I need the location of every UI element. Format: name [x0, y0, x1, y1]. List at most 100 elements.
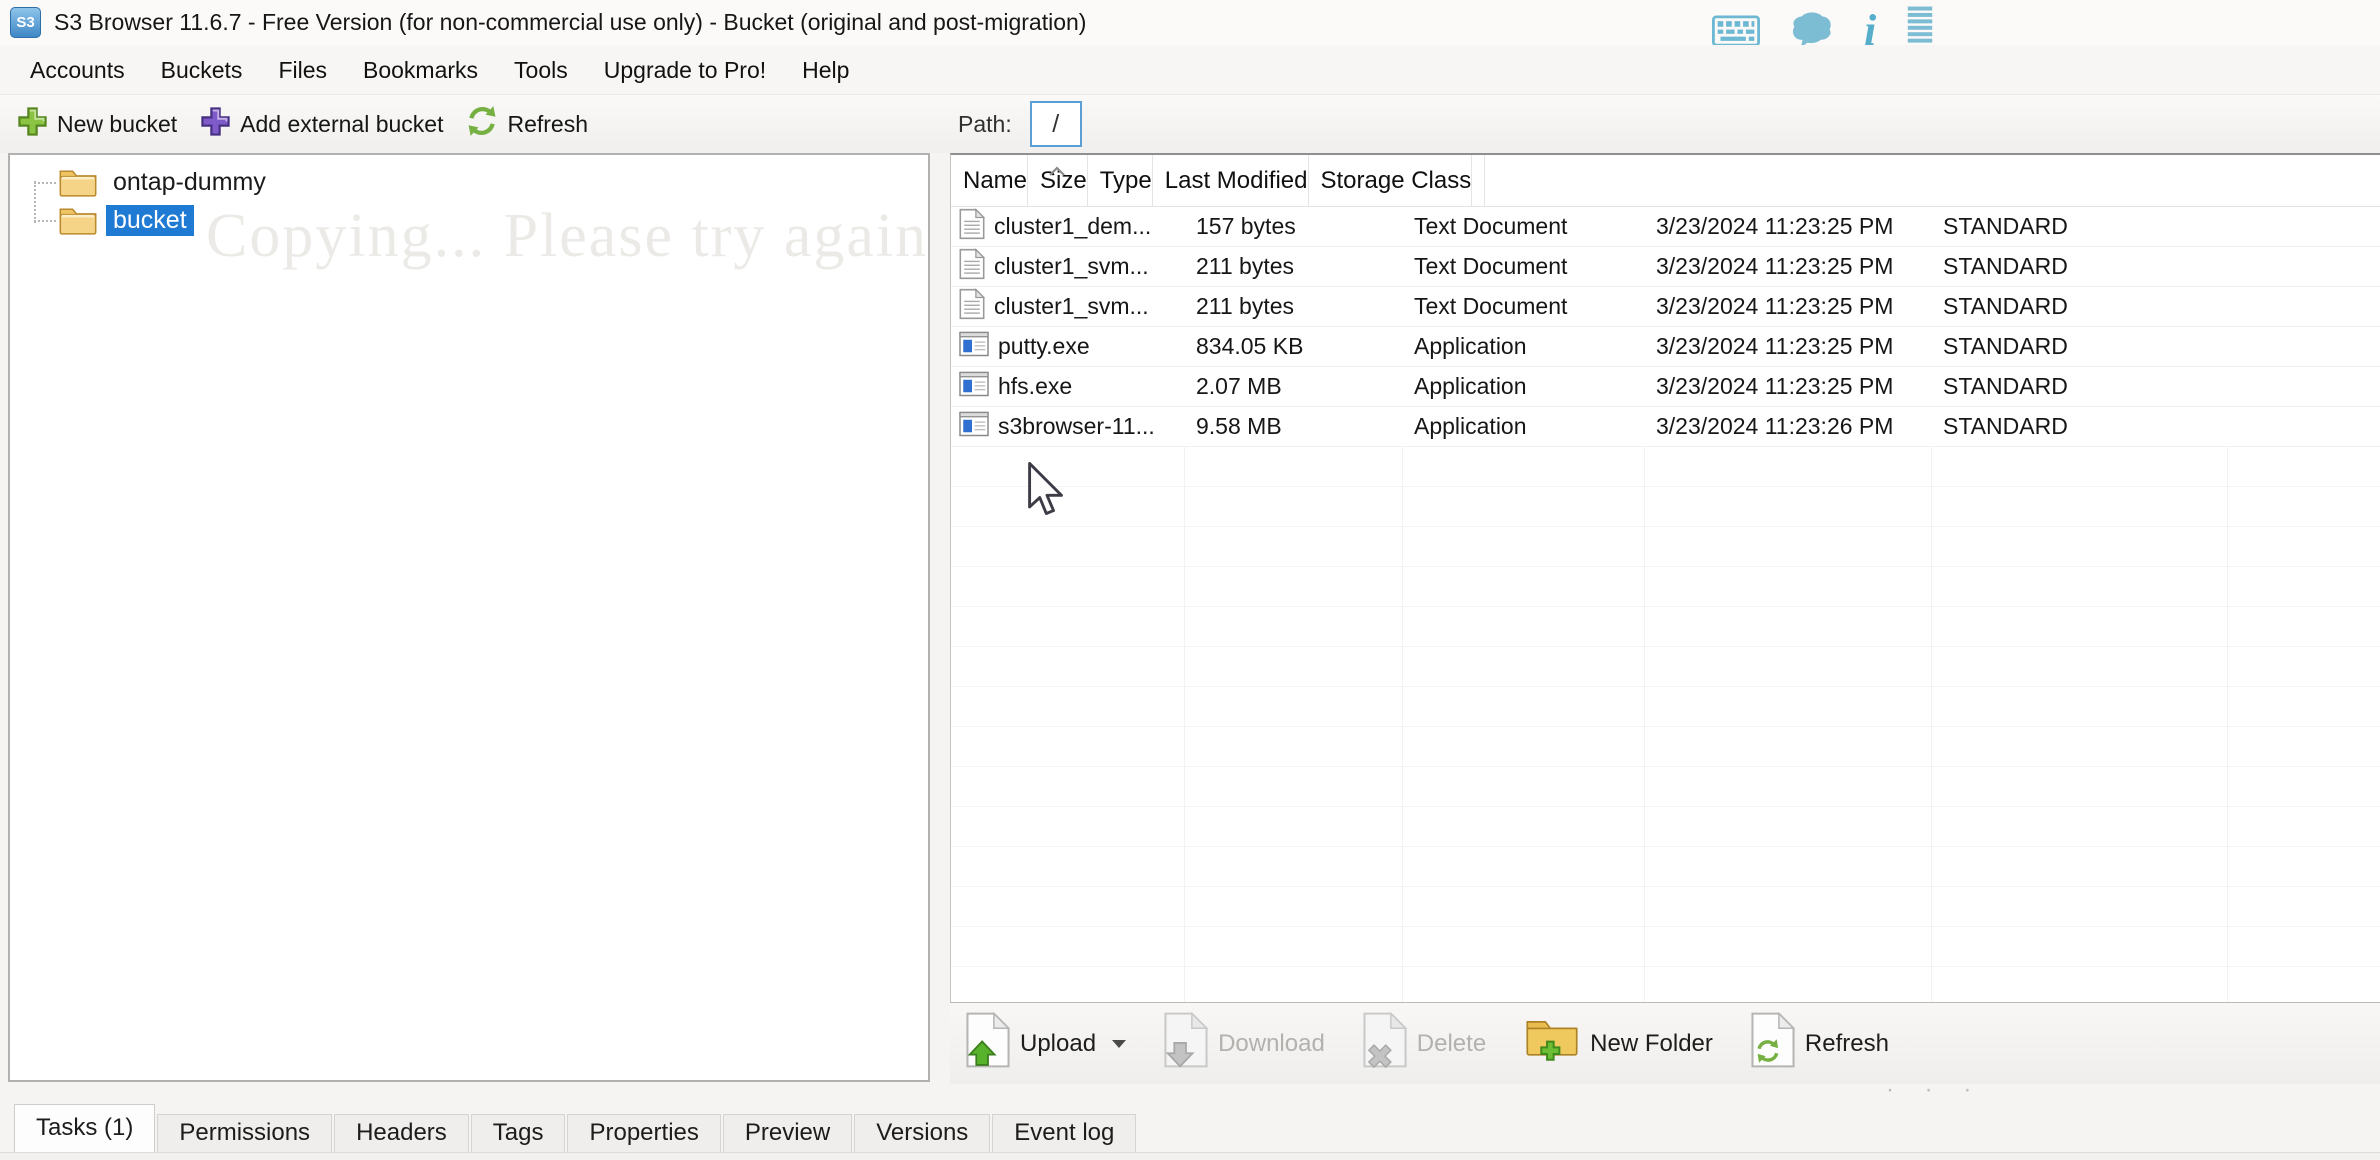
file-storage-class: STANDARD	[1943, 413, 2068, 439]
refresh-buckets-button[interactable]: Refresh	[459, 100, 594, 148]
tree-item-bucket[interactable]: ontap-dummy	[10, 163, 928, 201]
toolbar-strip: New bucket Add external bucket Refresh P…	[0, 95, 2380, 153]
new-bucket-button[interactable]: New bucket	[10, 100, 183, 148]
refresh-files-button[interactable]: Refresh	[1751, 1011, 1889, 1075]
text-document-icon	[959, 207, 986, 246]
add-external-bucket-label: Add external bucket	[240, 110, 444, 137]
file-size: 834.05 KB	[1196, 333, 1304, 359]
keyboard-icon[interactable]	[1712, 13, 1760, 49]
file-modified: 3/23/2024 11:23:25 PM	[1656, 213, 1894, 239]
file-row-spacer	[2227, 367, 2380, 406]
file-size: 211 bytes	[1196, 293, 1295, 319]
menu-item[interactable]: Bookmarks	[345, 45, 496, 95]
column-header-label: Name	[963, 166, 1028, 194]
file-list-header: Name Size Type Last Modified Storage Cla…	[951, 155, 2380, 207]
file-row[interactable]: cluster1_svm... 211 bytes Text Document …	[951, 247, 2380, 287]
download-button[interactable]: Download	[1164, 1011, 1325, 1075]
column-header-label: Last Modified	[1164, 166, 1308, 194]
file-rows: cluster1_dem... 157 bytes Text Document …	[951, 207, 2380, 447]
column-header[interactable]	[1472, 155, 1486, 206]
delete-icon	[1363, 1011, 1408, 1075]
file-row[interactable]: hfs.exe 2.07 MB Application 3/23/2024 11…	[951, 367, 2380, 407]
file-row[interactable]: cluster1_dem... 157 bytes Text Document …	[951, 207, 2380, 247]
bottom-tab[interactable]: Tags	[470, 1114, 566, 1152]
tree-item-bucket[interactable]: bucket	[10, 201, 928, 239]
bottom-tab[interactable]: Preview	[722, 1114, 853, 1152]
text-document-icon	[959, 247, 986, 286]
file-modified: 3/23/2024 11:23:26 PM	[1656, 413, 1894, 439]
bottom-tab[interactable]: Event log	[992, 1114, 1137, 1152]
menu-item[interactable]: Buckets	[143, 45, 261, 95]
file-modified: 3/23/2024 11:23:25 PM	[1656, 293, 1894, 319]
bottom-tab[interactable]: Permissions	[157, 1114, 333, 1152]
column-header[interactable]: Name	[951, 155, 1029, 206]
file-name: cluster1_svm...	[994, 293, 1149, 319]
bucket-toolbar: New bucket Add external bucket Refresh	[10, 95, 594, 153]
file-size: 2.07 MB	[1196, 373, 1282, 399]
file-list-panel: Name Size Type Last Modified Storage Cla…	[950, 153, 2380, 1002]
file-type: Application	[1414, 413, 1527, 439]
file-storage-class: STANDARD	[1943, 253, 2068, 279]
bottom-tab[interactable]: Tasks (1)	[14, 1104, 156, 1152]
download-icon	[1164, 1011, 1209, 1075]
bottom-divider	[0, 1152, 2380, 1160]
file-type: Text Document	[1414, 253, 1568, 279]
tree-item-label: ontap-dummy	[113, 167, 266, 196]
column-header[interactable]: Size	[1028, 155, 1088, 206]
refresh-icon	[465, 104, 499, 144]
tree-item-label: bucket	[106, 204, 194, 236]
file-row[interactable]: putty.exe 834.05 KB Application 3/23/202…	[951, 327, 2380, 367]
file-row-spacer	[2227, 287, 2380, 326]
application-icon	[959, 371, 989, 403]
menu-item[interactable]: Files	[260, 45, 345, 95]
new-folder-label: New Folder	[1590, 1029, 1713, 1057]
window-titlebar: S3 S3 Browser 11.6.7 - Free Version (for…	[0, 0, 2380, 56]
file-modified: 3/23/2024 11:23:25 PM	[1656, 373, 1894, 399]
upload-label: Upload	[1020, 1029, 1097, 1057]
file-row-spacer	[2227, 247, 2380, 286]
file-type: Text Document	[1414, 213, 1568, 239]
file-name: s3browser-11...	[998, 413, 1155, 439]
file-storage-class: STANDARD	[1943, 213, 2068, 239]
bottom-tabs: Tasks (1) Permissions Headers Tags Prope…	[14, 1104, 1138, 1152]
new-folder-icon	[1524, 1015, 1580, 1072]
path-input[interactable]: /	[1029, 101, 1082, 147]
file-row[interactable]: s3browser-11... 9.58 MB Application 3/23…	[951, 407, 2380, 447]
window-title: S3 Browser 11.6.7 - Free Version (for no…	[54, 9, 1087, 35]
file-name: putty.exe	[998, 333, 1090, 359]
file-name: cluster1_svm...	[994, 253, 1149, 279]
bottom-tab[interactable]: Versions	[854, 1114, 991, 1152]
path-label: Path:	[958, 110, 1012, 137]
tree-branch-line	[34, 220, 56, 222]
upload-button[interactable]: Upload	[966, 1011, 1127, 1075]
column-header[interactable]: Type	[1088, 155, 1153, 206]
menu-item[interactable]: Accounts	[12, 45, 143, 95]
delete-button[interactable]: Delete	[1363, 1011, 1486, 1075]
file-size: 9.58 MB	[1196, 413, 1282, 439]
application-icon	[959, 411, 989, 443]
file-row-spacer	[2227, 207, 2380, 246]
file-actions-toolbar: Upload Download Delete New Folder Refres…	[950, 1002, 2380, 1084]
folder-icon	[58, 165, 98, 206]
bottom-tab[interactable]: Headers	[334, 1114, 469, 1152]
menu-item[interactable]: Help	[784, 45, 867, 95]
path-bar: Path: /	[958, 95, 1082, 153]
app-logo-icon: S3	[10, 7, 41, 38]
new-folder-button[interactable]: New Folder	[1524, 1015, 1713, 1072]
add-external-bucket-button[interactable]: Add external bucket	[193, 100, 449, 148]
download-label: Download	[1218, 1029, 1325, 1057]
menu-item[interactable]: Upgrade to Pro!	[586, 45, 784, 95]
column-header[interactable]: Storage Class	[1309, 155, 1473, 206]
file-type: Application	[1414, 333, 1527, 359]
upload-icon	[966, 1011, 1011, 1075]
file-storage-class: STANDARD	[1943, 293, 2068, 319]
column-header[interactable]: Last Modified	[1153, 155, 1309, 206]
file-row[interactable]: cluster1_svm... 211 bytes Text Document …	[951, 287, 2380, 327]
file-size: 157 bytes	[1196, 213, 1296, 239]
file-type: Text Document	[1414, 293, 1568, 319]
bottom-tab[interactable]: Properties	[567, 1114, 721, 1152]
refresh-files-label: Refresh	[1804, 1029, 1889, 1057]
menu-item[interactable]: Tools	[496, 45, 586, 95]
upload-dropdown-icon[interactable]	[1112, 1039, 1127, 1048]
file-modified: 3/23/2024 11:23:25 PM	[1656, 333, 1894, 359]
